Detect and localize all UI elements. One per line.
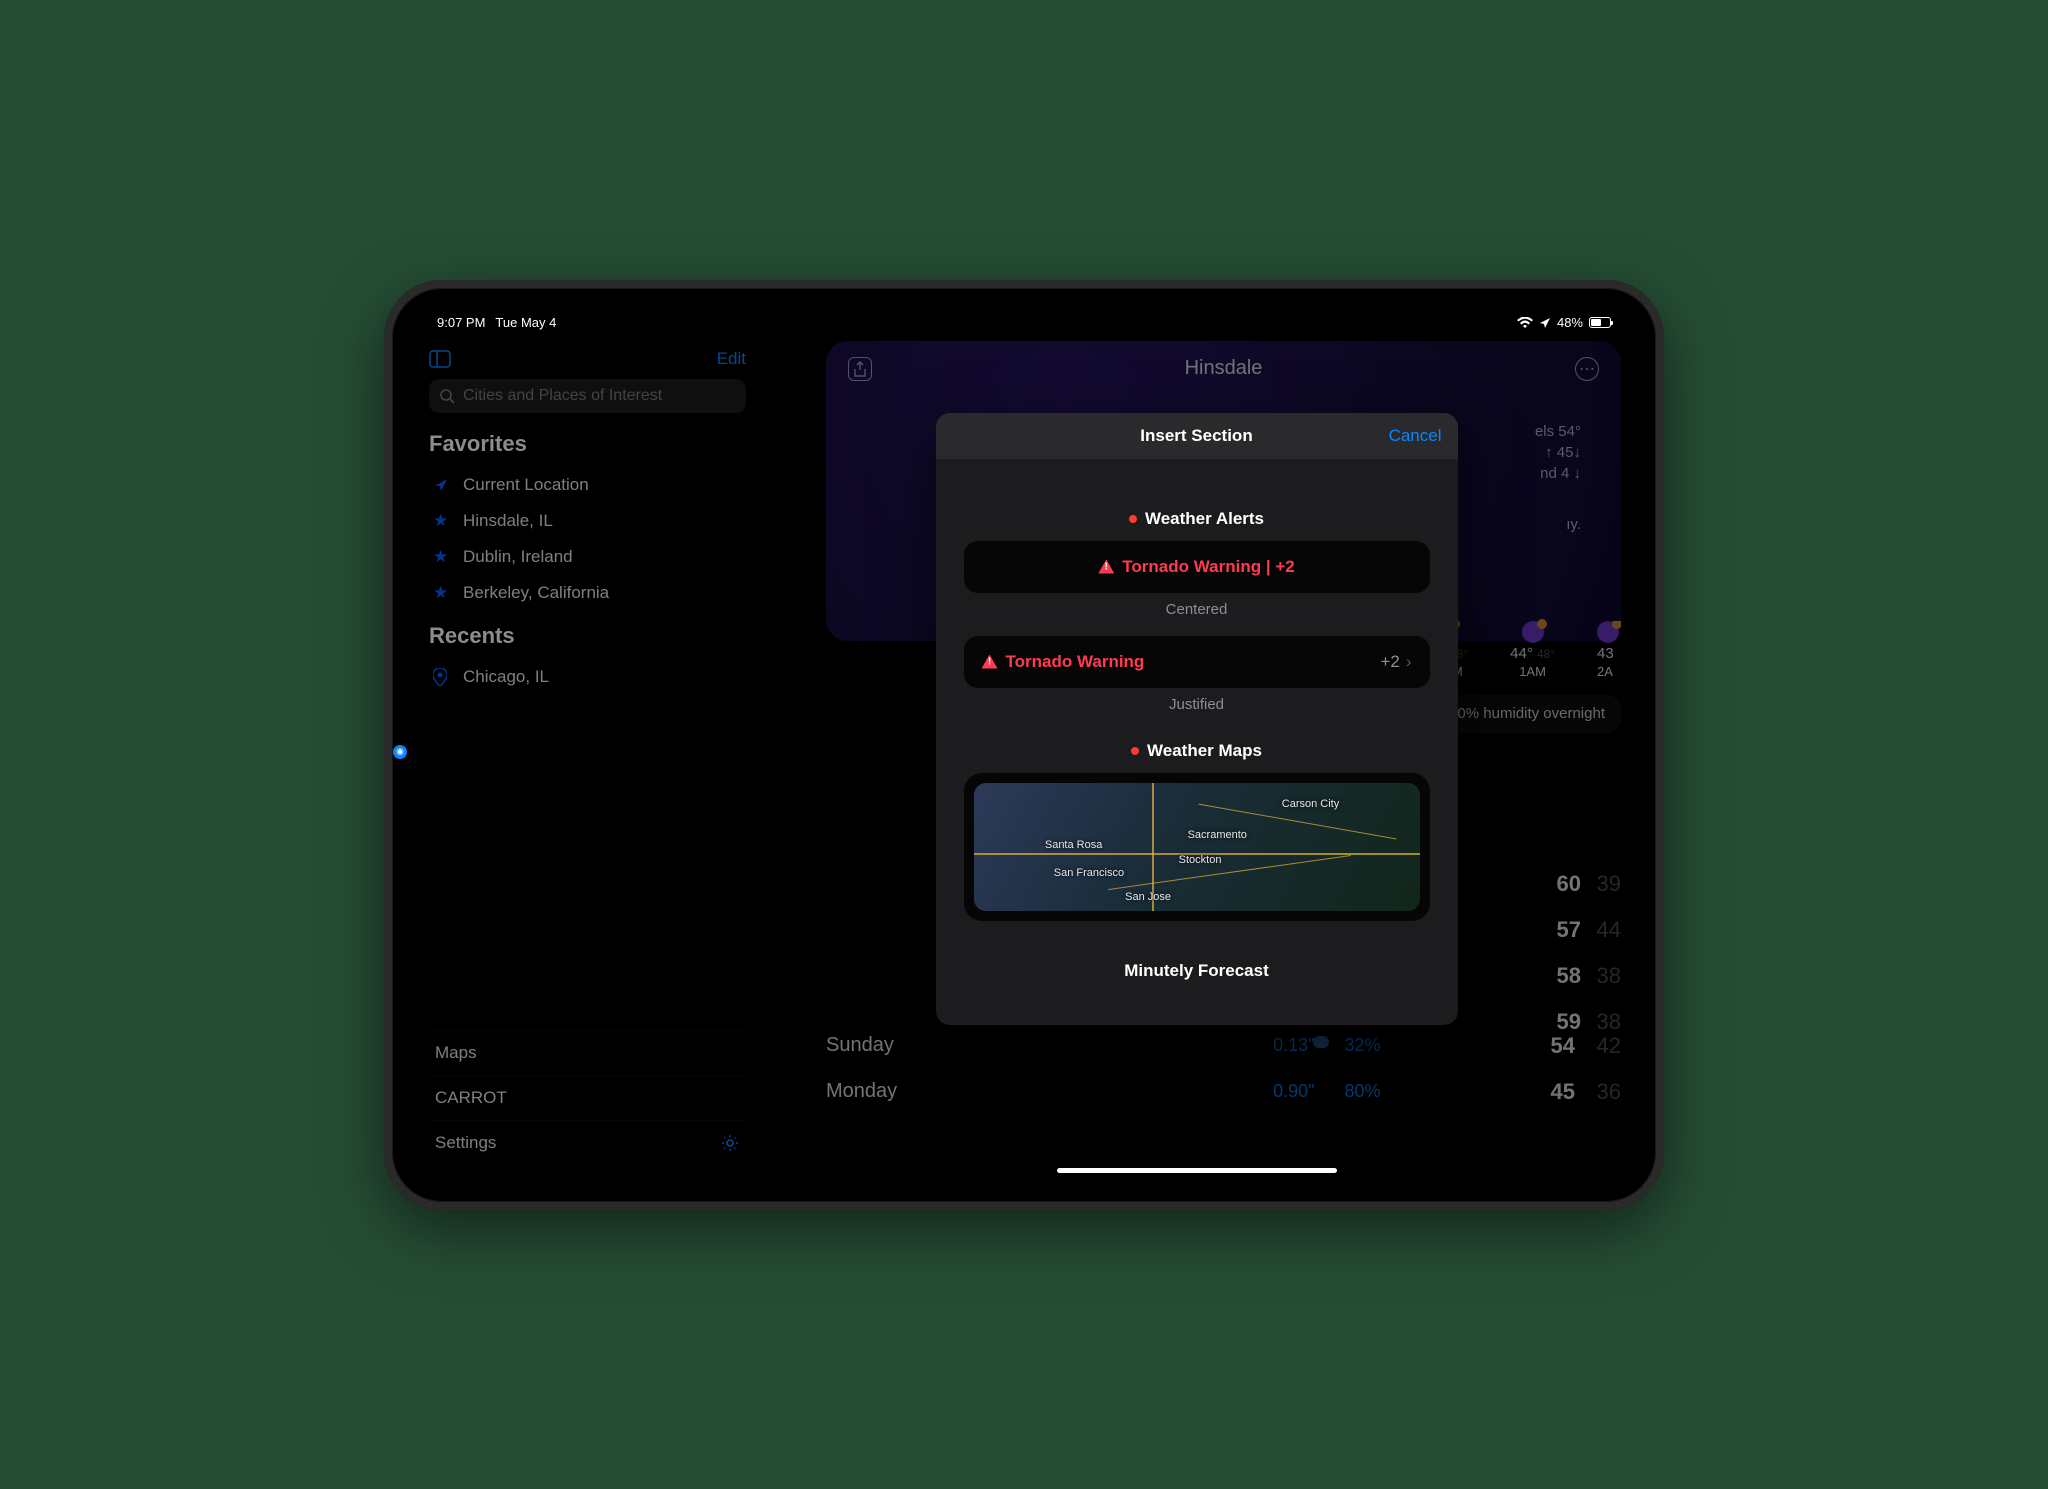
sidebar-item-current-location[interactable]: Current Location [429, 467, 746, 503]
alert-card-centered[interactable]: Tornado Warning | +2 [964, 541, 1430, 593]
ipad-bezel: ◉ 9:07 PM Tue May 4 48% [392, 288, 1656, 1202]
favorites-header: Favorites [429, 431, 746, 457]
sidebar-item-label: Hinsdale, IL [463, 511, 553, 531]
map-preview: Carson City Sacramento Santa Rosa Stockt… [974, 783, 1420, 911]
warning-icon [1098, 560, 1114, 574]
map-city-label: Carson City [1282, 798, 1339, 810]
section-header-minutely: Minutely Forecast [964, 961, 1430, 981]
map-city-label: Sacramento [1188, 829, 1247, 841]
pin-icon [433, 668, 451, 686]
map-city-label: San Francisco [1054, 867, 1124, 879]
sidebar-item-label: Berkeley, California [463, 583, 609, 603]
alert-text: Tornado Warning [1006, 652, 1145, 672]
sidebar-maps[interactable]: Maps [429, 1030, 746, 1075]
modal-header: Insert Section Cancel [936, 413, 1458, 459]
sidebar-item-label: Chicago, IL [463, 667, 549, 687]
sidebar-item-label: Current Location [463, 475, 589, 495]
warning-icon [982, 655, 998, 669]
section-header-alerts: Weather Alerts [964, 509, 1430, 529]
map-city-label: Santa Rosa [1045, 839, 1102, 851]
cancel-button[interactable]: Cancel [1389, 426, 1442, 446]
gear-icon [720, 1133, 740, 1153]
battery-icon [1589, 317, 1611, 328]
modal-body[interactable]: Weather Alerts Tornado Warning | +2 Cent… [936, 459, 1458, 1025]
status-date: Tue May 4 [495, 315, 556, 330]
alert-text: Tornado Warning | +2 [1122, 557, 1294, 577]
sidebar-item-berkeley[interactable]: ★ Berkeley, California [429, 575, 746, 611]
chevron-right-icon: › [1406, 652, 1412, 672]
ipad-frame: ◉ 9:07 PM Tue May 4 48% [384, 280, 1664, 1210]
status-bar: 9:07 PM Tue May 4 48% [415, 311, 1633, 335]
sidebar-item-dublin[interactable]: ★ Dublin, Ireland [429, 539, 746, 575]
location-icon [1539, 317, 1551, 329]
main-content: Hinsdale ⋯ els 54° ↑ 45↓ nd 4 ↓ ıy. [760, 335, 1633, 1179]
status-time: 9:07 PM [437, 315, 485, 330]
sidebar-toggle-icon[interactable] [429, 350, 451, 368]
sidebar-item-hinsdale[interactable]: ★ Hinsdale, IL [429, 503, 746, 539]
search-input[interactable]: Cities and Places of Interest [429, 379, 746, 413]
sidebar-carrot[interactable]: CARROT [429, 1075, 746, 1120]
card-caption: Centered [964, 601, 1430, 618]
sidebar-item-label: Dublin, Ireland [463, 547, 573, 567]
wifi-icon [1517, 317, 1533, 329]
map-card[interactable]: Carson City Sacramento Santa Rosa Stockt… [964, 773, 1430, 921]
live-dot-icon [1129, 515, 1137, 523]
sidebar-item-chicago[interactable]: Chicago, IL [429, 659, 746, 695]
star-icon: ★ [433, 583, 451, 603]
map-city-label: Stockton [1179, 854, 1222, 866]
map-city-label: San Jose [1125, 891, 1171, 903]
alert-extra-count: +2 [1380, 652, 1399, 672]
star-icon: ★ [433, 547, 451, 567]
location-arrow-icon [433, 477, 451, 493]
recents-header: Recents [429, 623, 746, 649]
battery-percent: 48% [1557, 315, 1583, 330]
edit-button[interactable]: Edit [717, 349, 746, 369]
section-header-maps: Weather Maps [964, 741, 1430, 761]
sidebar: Edit Cities and Places of Interest Favor… [415, 335, 760, 1179]
home-indicator[interactable] [1057, 1168, 1337, 1173]
edge-indicator: ◉ [393, 745, 407, 759]
alert-card-justified[interactable]: Tornado Warning +2 › [964, 636, 1430, 688]
live-dot-icon [1131, 747, 1139, 755]
star-icon: ★ [433, 511, 451, 531]
search-placeholder: Cities and Places of Interest [463, 387, 662, 405]
screen: 9:07 PM Tue May 4 48% [415, 311, 1633, 1179]
sidebar-settings[interactable]: Settings [429, 1120, 746, 1165]
modal-title: Insert Section [1140, 426, 1252, 446]
card-caption: Justified [964, 696, 1430, 713]
insert-section-modal: Insert Section Cancel Weather Alerts Tor… [936, 413, 1458, 1025]
